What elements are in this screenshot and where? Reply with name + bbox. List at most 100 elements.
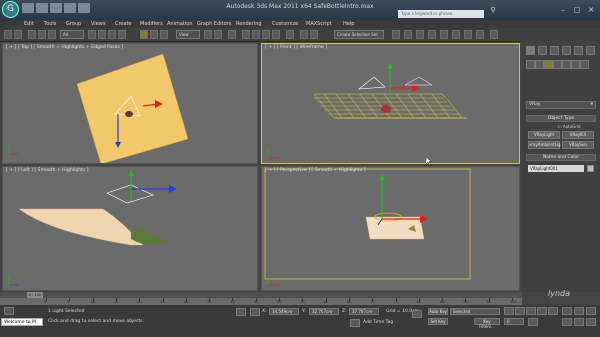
link-icon[interactable] bbox=[28, 30, 36, 39]
edit-named-selection-icon[interactable] bbox=[286, 30, 294, 39]
modify-tab-icon[interactable] bbox=[538, 46, 547, 55]
mini-curve-editor-icon[interactable] bbox=[4, 307, 14, 315]
render-production-icon[interactable] bbox=[476, 30, 484, 39]
select-rotate-icon[interactable] bbox=[150, 30, 158, 39]
shapes-icon[interactable] bbox=[535, 60, 544, 69]
track-bar[interactable]: 0 5 10 15 20 25 30 35 40 45 50 55 60 65 70 75 80 85 90 95 10… bbox=[0, 298, 522, 305]
viewport-front[interactable]: [ + ] [ Front ] [ Wireframe ] bbox=[261, 43, 520, 164]
menu-help[interactable]: Help bbox=[343, 20, 354, 28]
absolute-mode-icon[interactable] bbox=[250, 308, 260, 316]
cameras-icon[interactable] bbox=[553, 60, 562, 69]
vray-light-gizmo-left[interactable] bbox=[106, 184, 154, 204]
pan-view-icon[interactable] bbox=[574, 318, 584, 326]
menu-graph-editors[interactable]: Graph Editors bbox=[197, 20, 231, 28]
named-selection-set-dropdown[interactable]: Create Selection Set bbox=[334, 30, 384, 39]
zoom-icon[interactable] bbox=[562, 307, 572, 315]
unlink-icon[interactable] bbox=[38, 30, 46, 39]
viewport-top-label[interactable]: [ + ] [ Top ] [ Smooth + Highlights + Ed… bbox=[6, 45, 123, 50]
maxscript-listener-field[interactable]: Welcome to M bbox=[1, 318, 43, 326]
vrayies-button[interactable]: VRayIES bbox=[562, 131, 594, 139]
y-coord-field[interactable]: 32.767cm bbox=[309, 308, 339, 315]
mirror-icon[interactable] bbox=[300, 30, 308, 39]
add-time-tag-icon[interactable] bbox=[350, 319, 360, 327]
graphite-toggle-icon[interactable] bbox=[404, 30, 412, 39]
vraysun-button[interactable]: VRaySun bbox=[562, 141, 594, 149]
layer-manager-icon[interactable] bbox=[392, 30, 400, 39]
menu-create[interactable]: Create bbox=[115, 20, 132, 28]
percent-snap-icon[interactable] bbox=[262, 30, 270, 39]
key-mode-toggle-icon[interactable] bbox=[528, 318, 538, 326]
menu-group[interactable]: Group bbox=[66, 20, 81, 28]
minimize-icon[interactable]: – bbox=[558, 6, 568, 14]
angle-snap-icon[interactable] bbox=[252, 30, 260, 39]
bottle-object[interactable] bbox=[125, 111, 133, 117]
go-to-start-icon[interactable] bbox=[504, 307, 514, 315]
object-color-swatch[interactable] bbox=[587, 165, 594, 172]
autogrid-checkbox[interactable]: ☐ AutoGrid bbox=[558, 124, 581, 129]
align-icon[interactable] bbox=[310, 30, 318, 39]
plane-object[interactable] bbox=[76, 53, 189, 164]
viewport-front-label[interactable]: [ + ] [ Front ] [ Wireframe ] bbox=[265, 45, 327, 50]
maximize-icon[interactable]: □ bbox=[572, 6, 582, 14]
material-editor-icon[interactable] bbox=[440, 30, 448, 39]
select-object-icon[interactable] bbox=[88, 30, 96, 39]
motion-tab-icon[interactable] bbox=[562, 46, 571, 55]
z-coord-field[interactable]: 37.787cm bbox=[349, 308, 379, 315]
help-search-icon[interactable]: ⚲ bbox=[488, 6, 498, 14]
teapot-render-icon[interactable] bbox=[490, 30, 498, 39]
menu-modifiers[interactable]: Modifiers bbox=[140, 20, 163, 28]
viewport-perspective[interactable]: [ + ] [ Perspective ] [ Smooth + Highlig… bbox=[261, 166, 520, 291]
auto-key-button[interactable]: Auto Key bbox=[428, 308, 448, 315]
bind-space-warp-icon[interactable] bbox=[48, 30, 56, 39]
hierarchy-tab-icon[interactable] bbox=[550, 46, 559, 55]
viewport-perspective-label[interactable]: [ + ] [ Perspective ] [ Smooth + Highlig… bbox=[265, 168, 366, 173]
add-time-tag-label[interactable]: Add Time Tag bbox=[363, 320, 393, 325]
previous-frame-icon[interactable] bbox=[515, 307, 525, 315]
object-name-field[interactable]: VRayLight001 bbox=[528, 165, 584, 172]
pivot-center-icon[interactable] bbox=[204, 30, 212, 39]
viewport-left[interactable]: [ + ] [ Left ] [ Smooth + Highlights ] bbox=[2, 166, 258, 291]
select-by-name-icon[interactable] bbox=[98, 30, 106, 39]
play-icon[interactable] bbox=[526, 307, 536, 315]
systems-icon[interactable] bbox=[580, 60, 589, 69]
next-frame-icon[interactable] bbox=[537, 307, 547, 315]
close-icon[interactable]: ✕ bbox=[586, 6, 596, 14]
set-key-button[interactable]: Set Key bbox=[428, 318, 448, 325]
menu-customize[interactable]: Customize bbox=[272, 20, 298, 28]
select-move-icon[interactable] bbox=[140, 30, 148, 39]
light-target-gizmo[interactable] bbox=[404, 76, 433, 86]
key-mode-dropdown[interactable]: Selected bbox=[450, 308, 500, 315]
field-of-view-icon[interactable] bbox=[562, 318, 572, 326]
rect-selection-icon[interactable] bbox=[108, 30, 116, 39]
object-type-rollout[interactable]: Object Type bbox=[526, 115, 596, 122]
menu-animation[interactable]: Animation bbox=[167, 20, 193, 28]
space-warps-icon[interactable] bbox=[571, 60, 580, 69]
orbit-icon[interactable] bbox=[586, 318, 596, 326]
menu-maxscript[interactable]: MAXScript bbox=[306, 20, 332, 28]
viewport-left-label[interactable]: [ + ] [ Left ] [ Smooth + Highlights ] bbox=[6, 168, 89, 173]
vrayambientlight-button[interactable]: vrayAmbientLig bbox=[528, 141, 561, 149]
menu-rendering[interactable]: Rendering bbox=[236, 20, 262, 28]
select-manipulate-icon[interactable] bbox=[214, 30, 222, 39]
x-coord-field[interactable]: 14.549cm bbox=[269, 308, 299, 315]
window-crossing-icon[interactable] bbox=[118, 30, 126, 39]
utilities-tab-icon[interactable] bbox=[586, 46, 595, 55]
go-to-end-icon[interactable] bbox=[548, 307, 558, 315]
menu-edit[interactable]: Edit bbox=[24, 20, 34, 28]
create-tab-icon[interactable] bbox=[526, 46, 535, 55]
zoom-all-icon[interactable] bbox=[574, 307, 584, 315]
display-tab-icon[interactable] bbox=[574, 46, 583, 55]
search-input[interactable]: Type a keyword or phrase bbox=[398, 10, 484, 18]
name-and-color-rollout[interactable]: Name and Color bbox=[526, 154, 596, 161]
helpers-icon[interactable] bbox=[562, 60, 571, 69]
reference-coord-dropdown[interactable]: View bbox=[176, 30, 200, 39]
current-frame-field[interactable]: 0 bbox=[504, 318, 524, 325]
key-filters-button[interactable]: Key Filters... bbox=[474, 318, 500, 329]
viewport-top[interactable]: [ + ] [ Top ] [ Smooth + Highlights + Ed… bbox=[2, 43, 258, 164]
zoom-extents-icon[interactable] bbox=[586, 307, 596, 315]
curve-editor-icon[interactable] bbox=[416, 30, 424, 39]
lights-icon[interactable] bbox=[544, 60, 553, 69]
selection-lock-icon[interactable] bbox=[236, 308, 246, 316]
spinner-snap-icon[interactable] bbox=[272, 30, 280, 39]
vray-light-gizmo-front[interactable] bbox=[358, 76, 386, 90]
